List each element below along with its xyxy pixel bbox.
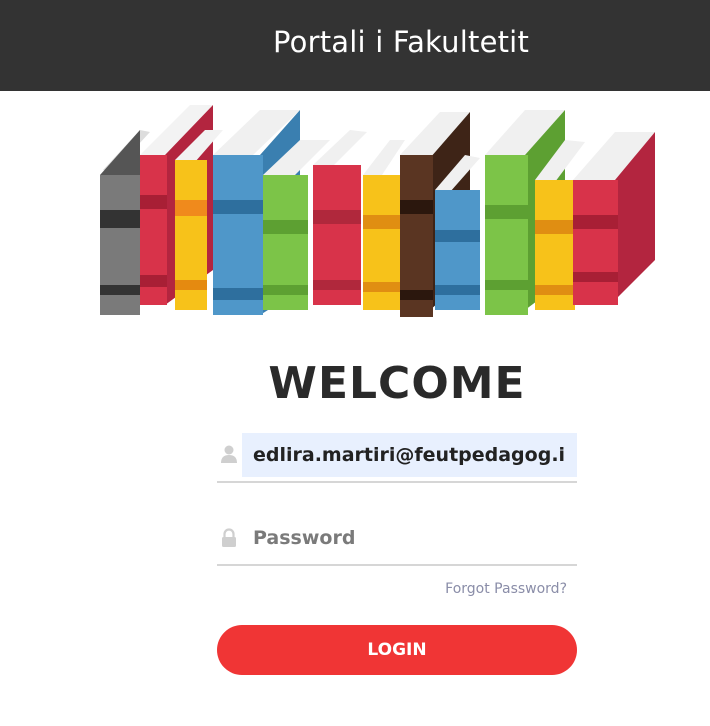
lock-icon — [222, 528, 236, 547]
page-title: Portali i Fakultetit — [273, 25, 530, 59]
email-input[interactable] — [242, 433, 577, 477]
books-illustration — [100, 105, 655, 317]
user-icon — [221, 445, 237, 463]
forgot-password-link[interactable]: Forgot Password? — [445, 581, 567, 597]
top-bar: Portali i Fakultetit — [0, 0, 710, 91]
email-field-row — [217, 433, 577, 483]
password-input[interactable] — [242, 516, 577, 560]
welcome-heading: WELCOME — [268, 358, 526, 409]
password-field-row — [217, 516, 577, 566]
login-button[interactable]: LOGIN — [217, 625, 577, 675]
